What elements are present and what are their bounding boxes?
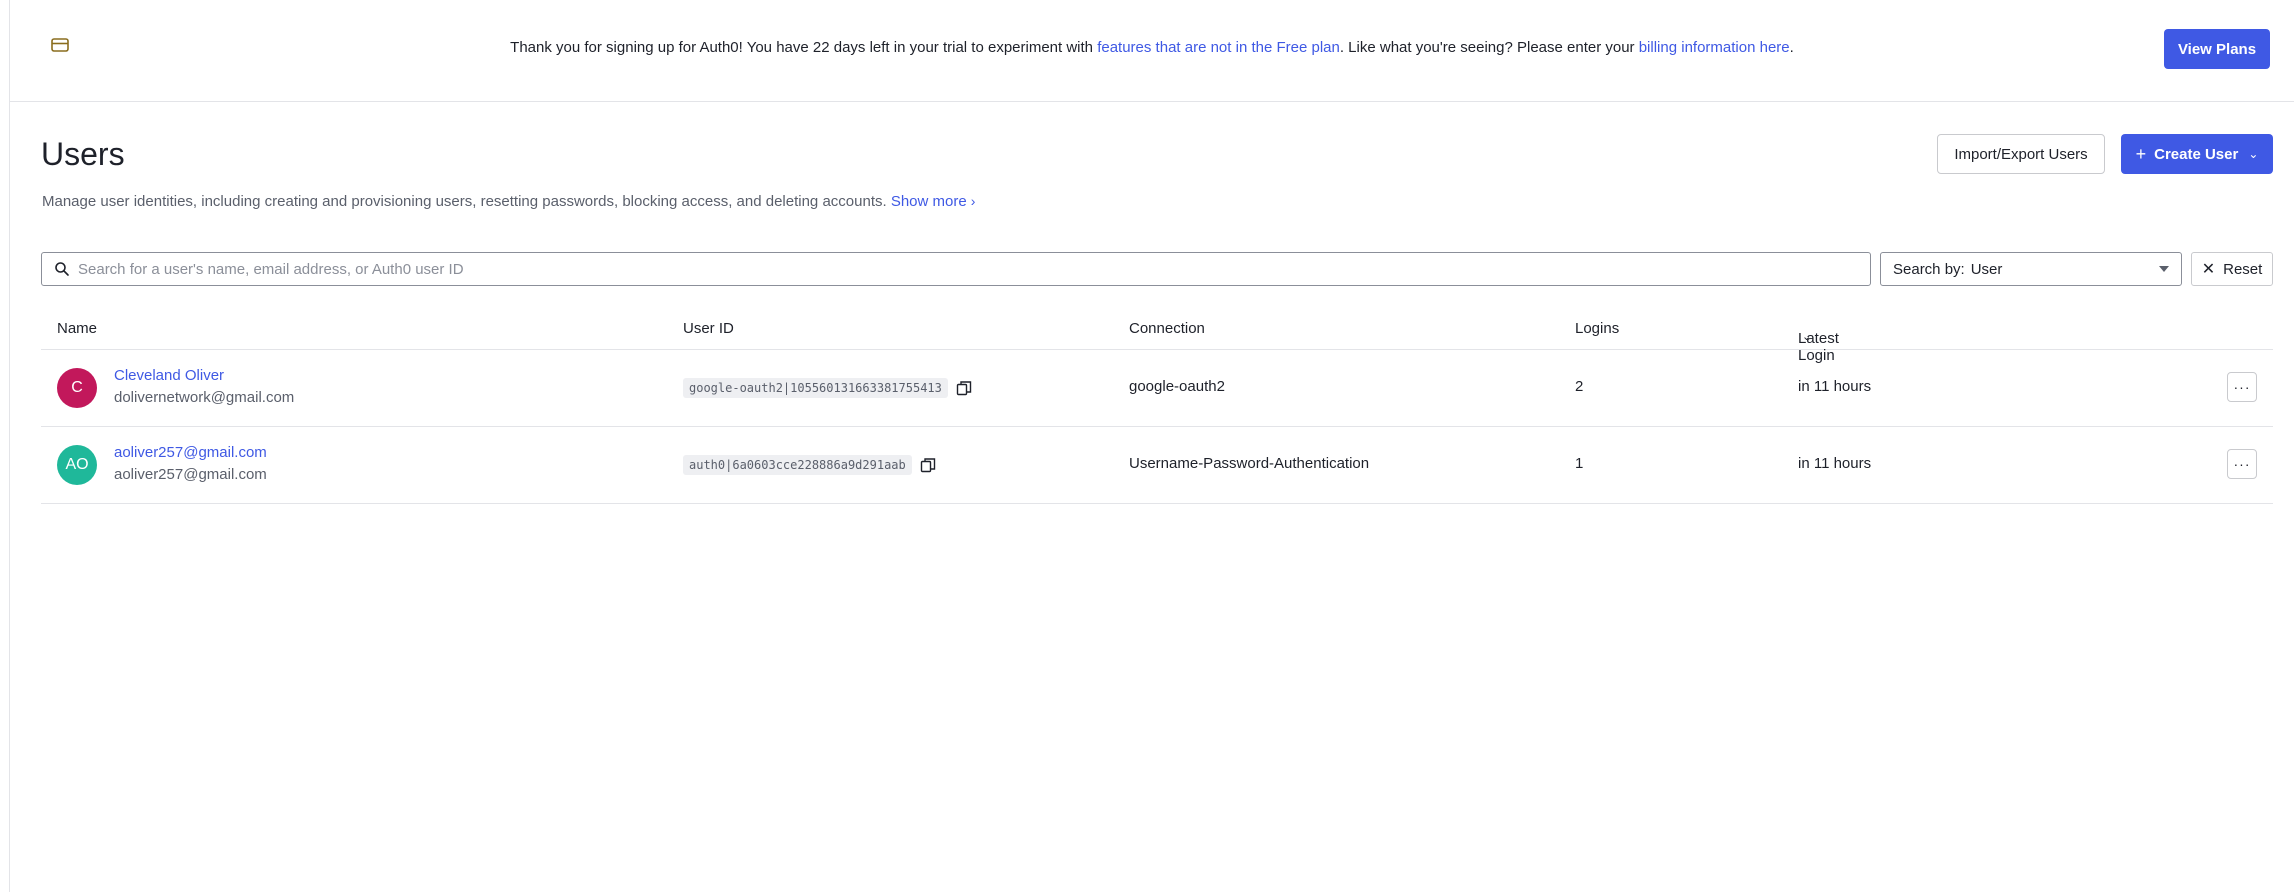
avatar: AO (57, 445, 97, 485)
column-header-connection: Connection (1129, 320, 1205, 337)
user-id-code: google-oauth2|105560131663381755413 (683, 378, 948, 398)
search-by-select[interactable]: Search by: User (1880, 252, 2182, 286)
row-actions-button[interactable]: ··· (2227, 372, 2257, 402)
banner-text-after: . (1789, 39, 1794, 56)
sort-chevron-down-icon: ⌄ (1802, 331, 1812, 343)
create-user-label: Create User (2154, 145, 2239, 163)
chevron-down-icon: ⌄ (2248, 147, 2259, 161)
features-link[interactable]: features that are not in the Free plan (1097, 39, 1340, 56)
left-rail (0, 0, 10, 892)
search-icon (54, 261, 70, 277)
plus-icon: + (2135, 143, 2147, 164)
table-header: Name User ID Connection Logins Latest Lo… (41, 310, 2273, 364)
search-by-value: User (1970, 260, 2003, 278)
reset-label: Reset (2223, 260, 2263, 278)
column-header-name: Name (57, 320, 98, 337)
caret-down-icon (2159, 266, 2169, 272)
show-more-link[interactable]: Show more (891, 193, 967, 210)
user-name-link[interactable]: aoliver257@gmail.com (114, 444, 267, 461)
trial-banner: Thank you for signing up for Auth0! You … (10, 0, 2294, 102)
user-name-link[interactable]: Cleveland Oliver (114, 367, 224, 384)
view-plans-button[interactable]: View Plans (2164, 29, 2270, 69)
column-header-logins: Logins (1575, 320, 1620, 337)
copy-icon[interactable] (920, 457, 936, 473)
users-table: Name User ID Connection Logins Latest Lo… (41, 310, 2273, 504)
table-row[interactable]: AO aoliver257@gmail.com aoliver257@gmail… (41, 427, 2273, 504)
user-id-cell: google-oauth2|105560131663381755413 (683, 378, 972, 398)
table-row[interactable]: C Cleveland Oliver dolivernetwork@gmail.… (41, 350, 2273, 427)
user-email: dolivernetwork@gmail.com (114, 389, 295, 406)
page-description: Manage user identities, including creati… (42, 190, 975, 213)
close-icon: ✕ (2201, 261, 2216, 278)
more-icon: ··· (2233, 379, 2251, 395)
logins-cell: 2 (1575, 378, 1584, 395)
banner-text-middle: . Like what you're seeing? Please enter … (1339, 39, 1639, 56)
column-header-user-id: User ID (683, 320, 734, 337)
import-export-users-button[interactable]: Import/Export Users (1937, 134, 2105, 174)
copy-icon[interactable] (956, 380, 972, 396)
avatar: C (57, 368, 97, 408)
page-title: Users (41, 136, 125, 172)
user-email: aoliver257@gmail.com (114, 466, 267, 483)
banner-message: Thank you for signing up for Auth0! You … (10, 37, 2294, 59)
row-actions-button[interactable]: ··· (2227, 449, 2257, 479)
connection-cell: Username-Password-Authentication (1129, 455, 1370, 472)
latest-login-cell: in 11 hours (1798, 455, 1872, 472)
description-text: Manage user identities, including creati… (42, 193, 891, 210)
billing-link[interactable]: billing information here (1639, 39, 1790, 56)
user-search-field[interactable] (41, 252, 1871, 286)
user-id-code: auth0|6a0603cce228886a9d291aab (683, 455, 912, 475)
banner-text-before: Thank you for signing up for Auth0! You … (510, 39, 1098, 56)
chevron-right-icon: › (970, 193, 976, 209)
latest-login-cell: in 11 hours (1798, 378, 1872, 395)
create-user-button[interactable]: + Create User ⌄ (2121, 134, 2273, 174)
logins-cell: 1 (1575, 455, 1584, 472)
reset-button[interactable]: ✕ Reset (2191, 252, 2273, 286)
connection-cell: google-oauth2 (1129, 378, 1225, 395)
search-input[interactable] (78, 254, 1870, 284)
user-id-cell: auth0|6a0603cce228886a9d291aab (683, 455, 936, 475)
more-icon: ··· (2233, 456, 2251, 472)
search-by-prefix: Search by: (1893, 260, 1965, 278)
